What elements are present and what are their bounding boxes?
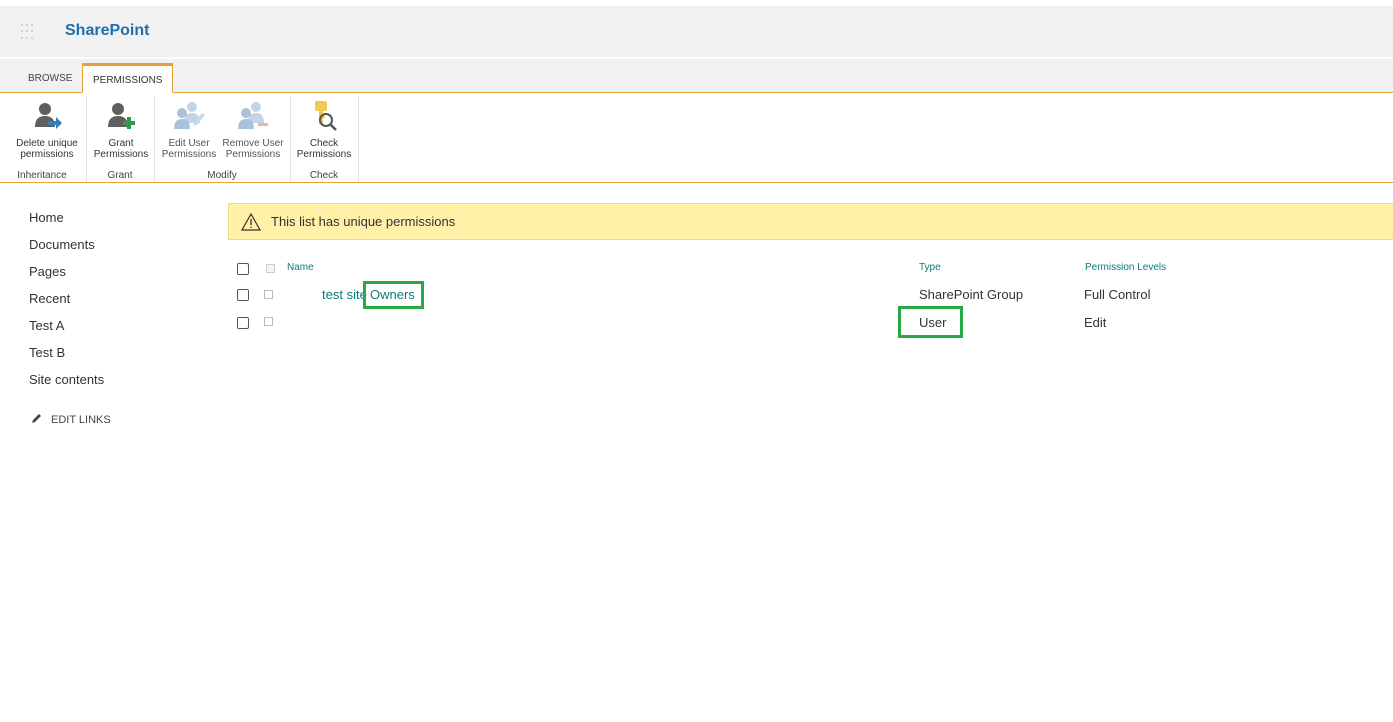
edit-links-label: EDIT LINKS [51,413,111,426]
waffle-icon[interactable] [20,23,38,41]
group-label-modify: Modify [207,170,237,181]
edit-links-button[interactable]: EDIT LINKS [31,412,111,427]
highlight-box [898,306,963,338]
delete-unique-permissions-button[interactable]: Delete unique permissions [12,100,82,160]
pencil-icon [31,412,43,427]
nav-item-recent[interactable]: Recent [29,290,104,317]
delete-unique-label-1: Delete unique [16,138,78,149]
brand-title[interactable]: SharePoint [65,22,149,40]
check-label-2: Permissions [296,149,352,160]
edit-user-label-2: Permissions [161,149,217,160]
edit-user-label-1: Edit User [168,138,210,149]
tab-browse[interactable]: BROWSE [18,65,82,93]
header-item-checkbox[interactable] [266,264,275,273]
row-item-checkbox[interactable] [264,317,273,326]
nav-item-home[interactable]: Home [29,209,104,236]
users-remove-icon [218,100,288,132]
group-label-grant: Grant [107,170,133,181]
key-magnifier-icon [289,100,359,132]
banner-message: This list has unique permissions [271,214,456,229]
suite-bar: SharePoint [0,6,1393,57]
column-header-permission-levels[interactable]: Permission Levels [1085,262,1166,273]
grant-permissions-button[interactable]: Grant Permissions [86,100,156,160]
group-separator [358,96,359,182]
highlight-box [363,281,424,309]
row-name-part1[interactable]: test site [322,287,367,302]
row-type: SharePoint Group [919,287,1024,302]
row-checkbox[interactable] [237,289,249,301]
remove-user-label-2: Permissions [225,149,281,160]
check-label-1: Check [309,138,339,149]
remove-user-permissions-button[interactable]: Remove User Permissions [218,100,288,160]
group-label-check: Check [309,170,339,181]
warning-icon [241,212,261,231]
unique-permissions-banner: This list has unique permissions [228,203,1393,240]
nav-item-test-b[interactable]: Test B [29,344,104,371]
check-permissions-button[interactable]: Check Permissions [289,100,359,160]
left-nav: Home Documents Pages Recent Test A Test … [29,209,104,398]
user-arrow-icon [12,100,82,132]
select-all-checkbox[interactable] [237,263,249,275]
nav-item-documents[interactable]: Documents [29,236,104,263]
grant-label-1: Grant [108,138,134,149]
users-edit-icon [154,100,224,132]
remove-user-label-1: Remove User [222,138,284,149]
grant-label-2: Permissions [93,149,149,160]
row-permission-level: Full Control [1084,287,1151,302]
user-add-icon [86,100,156,132]
row-checkbox[interactable] [237,317,249,329]
ribbon: Delete unique permissions Grant Permissi… [0,94,1393,183]
edit-user-permissions-button[interactable]: Edit User Permissions [154,100,224,160]
nav-item-test-a[interactable]: Test A [29,317,104,344]
row-permission-level: Edit [1084,315,1107,330]
nav-item-site-contents[interactable]: Site contents [29,371,104,398]
group-label-inheritance: Inheritance [17,170,67,181]
row-item-checkbox[interactable] [264,290,273,299]
tab-permissions[interactable]: PERMISSIONS [82,63,174,93]
ribbon-tab-row: BROWSE PERMISSIONS [0,59,1393,93]
delete-unique-label-2: permissions [20,149,74,160]
column-header-name[interactable]: Name [287,262,314,273]
nav-item-pages[interactable]: Pages [29,263,104,290]
column-header-type[interactable]: Type [919,262,941,273]
